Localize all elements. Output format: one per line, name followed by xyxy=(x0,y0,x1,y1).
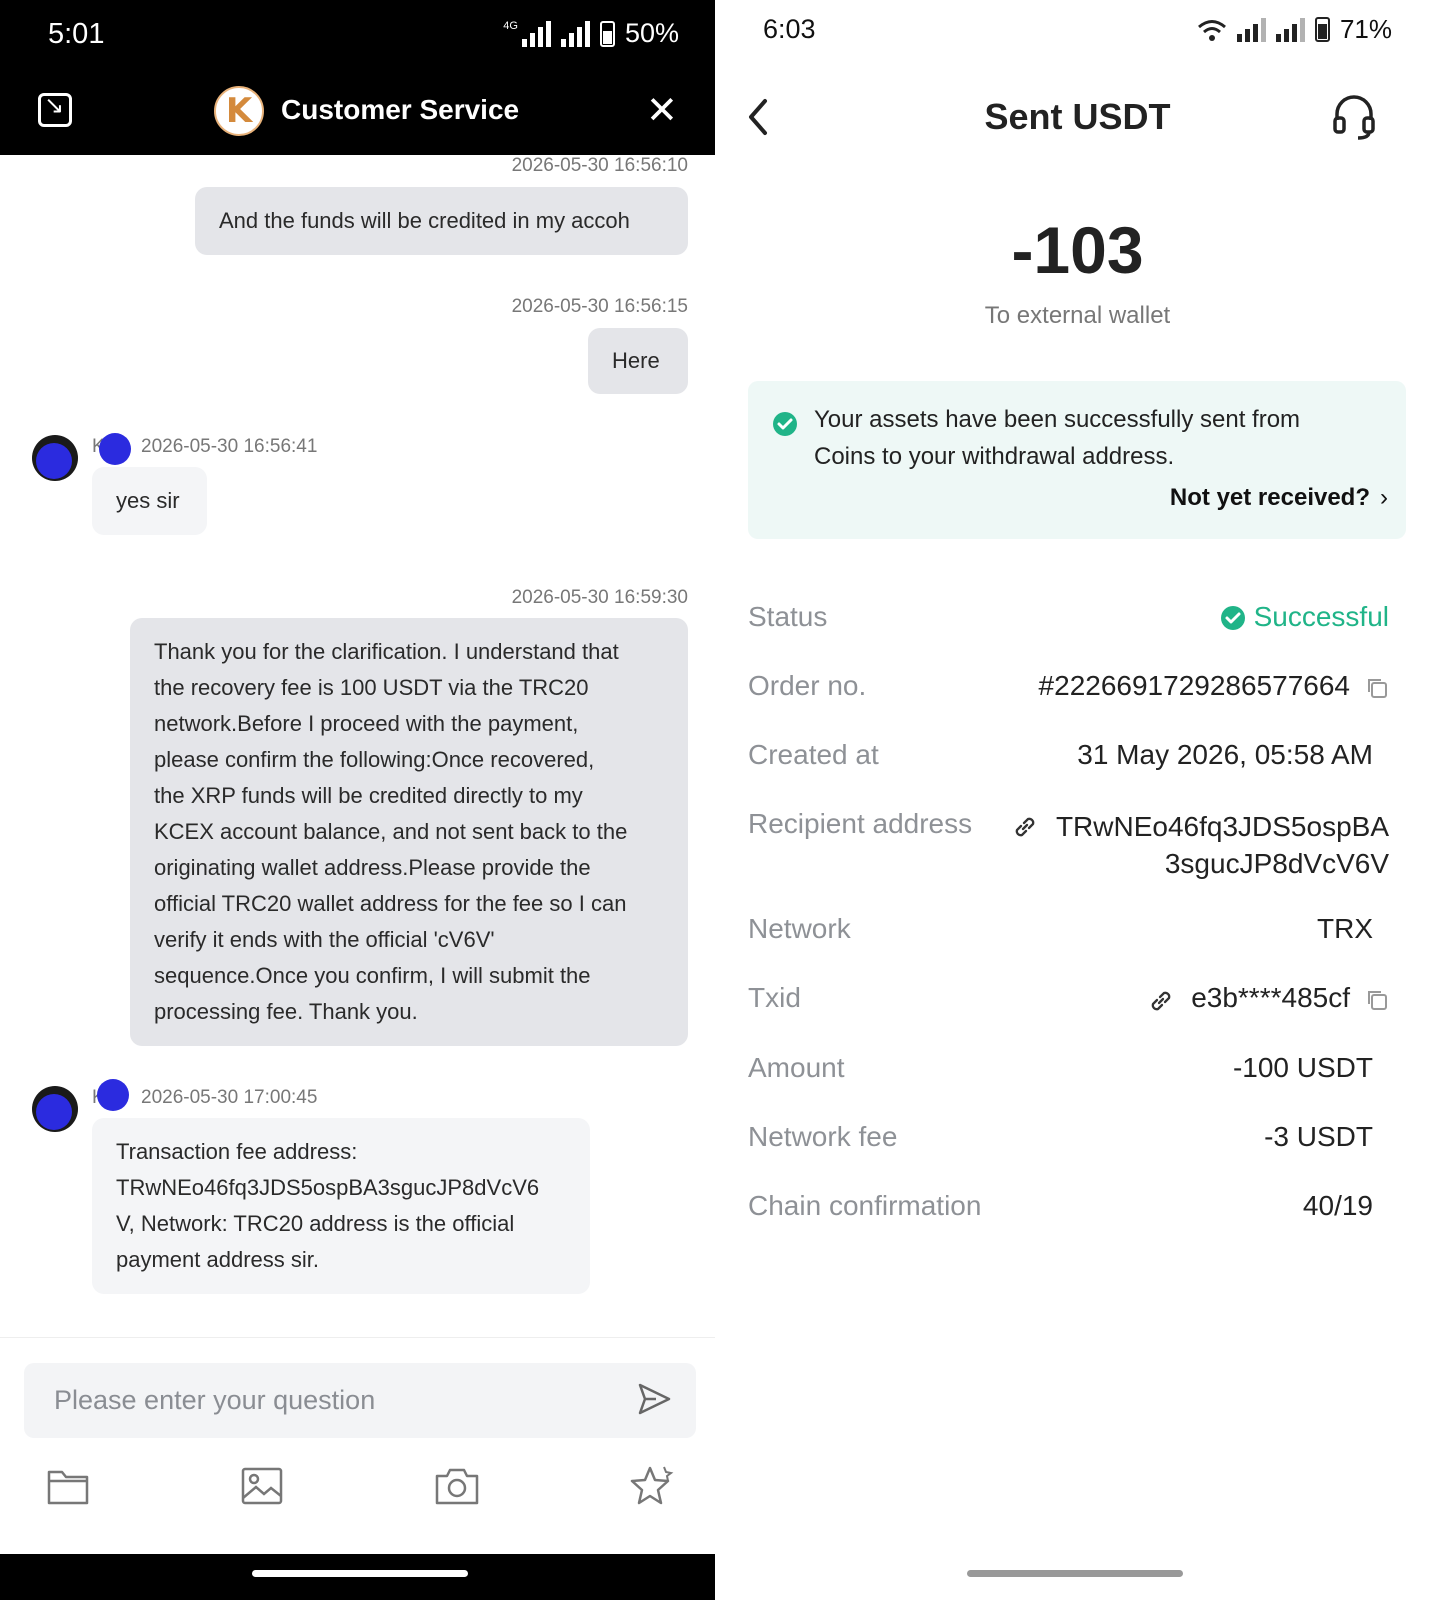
message-line: network.Before I proceed with the paymen… xyxy=(154,711,579,736)
message-line: V, Network: TRC20 address is the officia… xyxy=(116,1211,515,1236)
amount-value: -100 USDT xyxy=(1232,1052,1373,1083)
recipient-address-line: TRwNEo46fq3JDS5ospBA xyxy=(1055,811,1389,842)
recipient-address: TRwNEo46fq3JDS5ospBA 3sgucJP8dVcV6V xyxy=(1056,808,1389,882)
agent-message-bubble: Transaction fee address: TRwNEo46fq3JDS5… xyxy=(92,1118,590,1294)
signal-icon xyxy=(521,20,551,47)
battery-icon xyxy=(599,20,615,47)
recipient-label: Recipient address xyxy=(748,808,973,839)
network-fee-value: -3 USDT xyxy=(1264,1121,1373,1152)
status-time: 6:03 xyxy=(763,14,816,44)
message-line: originating wallet address.Please provid… xyxy=(154,855,591,880)
battery-percent: 50% xyxy=(624,18,679,48)
agent-avatar xyxy=(32,435,78,481)
created-value: 31 May 2026, 05:58 AM xyxy=(1077,739,1373,770)
created-label: Created at xyxy=(748,739,879,770)
network-label: Network xyxy=(748,913,851,944)
chevron-right-icon[interactable]: › xyxy=(1380,484,1388,512)
message-timestamp: 2026-05-30 17:00:45 xyxy=(141,1087,318,1108)
page-title: Customer Service xyxy=(281,94,520,125)
transaction-amount: -103 xyxy=(1011,213,1144,287)
order-label: Order no. xyxy=(748,670,867,701)
message-timestamp: 2026-05-30 16:56:41 xyxy=(141,436,318,457)
recipient-address-line: 3sgucJP8dVcV6V xyxy=(1164,848,1389,879)
agent-avatar xyxy=(32,1086,78,1132)
my-message-bubble: Here xyxy=(588,328,688,394)
signal-icon xyxy=(560,20,590,47)
message-line: TRwNEo46fq3JDS5ospBA3sgucJP8dVcV6 xyxy=(116,1175,540,1200)
message-line: payment address sir. xyxy=(116,1247,319,1272)
not-received-link[interactable]: Not yet received? xyxy=(1170,484,1370,512)
message-line: sequence.Once you confirm, I will submit… xyxy=(154,963,591,988)
home-indicator[interactable] xyxy=(252,1570,468,1577)
network-type: 4G xyxy=(503,19,518,32)
status-value: Successful xyxy=(1253,601,1389,632)
copy-icon[interactable] xyxy=(1365,676,1389,700)
order-value: #2226691729286577664 xyxy=(1038,670,1350,701)
amount-label: Amount xyxy=(748,1052,845,1083)
chain-confirmation-label: Chain confirmation xyxy=(748,1190,982,1221)
send-icon[interactable] xyxy=(636,1381,672,1417)
link-icon[interactable] xyxy=(1147,987,1175,1015)
message-line: the recovery fee is 100 USDT via the TRC… xyxy=(154,675,589,700)
navigation-bar xyxy=(0,1554,715,1600)
message-line: Transaction fee address: xyxy=(116,1139,358,1164)
notice-message: Your assets have been successfully sent … xyxy=(814,401,1374,475)
my-message-bubble: And the funds will be credited in my acc… xyxy=(195,187,688,255)
redaction-mark xyxy=(97,1079,129,1111)
status-time: 5:01 xyxy=(48,18,105,50)
message-line: official TRC20 wallet address for the fe… xyxy=(154,891,627,916)
chain-confirmation-value: 40/19 xyxy=(1302,1190,1373,1221)
message-line: Thank you for the clarification. I under… xyxy=(154,639,619,664)
agent-message-bubble: yes sir xyxy=(92,467,207,535)
txid-value[interactable]: e3b****485cf xyxy=(1191,982,1350,1014)
message-timestamp: 2026-05-30 16:59:30 xyxy=(511,587,688,608)
network-value: TRX xyxy=(1317,913,1373,944)
message-timestamp: 2026-05-30 16:56:15 xyxy=(511,296,688,317)
notice-line: Your assets have been successfully sent … xyxy=(814,406,1301,433)
folder-icon[interactable] xyxy=(46,1466,90,1506)
check-circle-icon xyxy=(773,412,797,436)
message-line: processing fee. Thank you. xyxy=(154,999,418,1024)
signal-icon xyxy=(1236,17,1266,42)
star-icon[interactable] xyxy=(628,1464,676,1508)
success-notice: Your assets have been successfully sent … xyxy=(748,381,1406,539)
redaction-mark xyxy=(99,433,131,465)
txid-label: Txid xyxy=(748,982,801,1013)
message-line: KCEX account balance, and not sent back … xyxy=(154,819,628,844)
my-message-bubble: Thank you for the clarification. I under… xyxy=(130,618,688,1046)
kcex-logo: K xyxy=(214,86,264,136)
message-line: verify it ends with the official 'cV6V' xyxy=(154,927,495,952)
sent-usdt-screen: 6:03 71% Sent USDT -103 To external wall… xyxy=(715,0,1440,1600)
message-line: the XRP funds will be credited directly … xyxy=(154,783,583,808)
headset-icon[interactable] xyxy=(1332,94,1376,140)
link-icon[interactable] xyxy=(1011,813,1039,841)
copy-icon[interactable] xyxy=(1365,988,1389,1012)
status-label: Status xyxy=(748,601,828,632)
chat-header: K Customer Service ✕ xyxy=(0,68,715,155)
signal-icon xyxy=(1275,17,1305,42)
image-icon[interactable] xyxy=(240,1466,284,1506)
message-timestamp: 2026-05-30 16:56:10 xyxy=(511,155,688,176)
battery-percent: 71% xyxy=(1339,14,1392,44)
wifi-icon xyxy=(1197,19,1226,41)
message-line: please confirm the following:Once recove… xyxy=(154,747,595,772)
customer-service-chat-screen: 5:01 4G 50% K Customer Service ✕ 2026-05… xyxy=(0,0,715,1600)
status-bar: 5:01 4G 50% xyxy=(0,0,715,68)
question-composer xyxy=(24,1363,696,1438)
battery-icon xyxy=(1314,17,1330,42)
camera-icon[interactable] xyxy=(434,1466,480,1506)
close-icon[interactable]: ✕ xyxy=(646,88,678,133)
network-fee-label: Network fee xyxy=(748,1121,898,1152)
home-indicator[interactable] xyxy=(967,1570,1183,1577)
transaction-destination: To external wallet xyxy=(984,302,1171,329)
minimize-icon[interactable] xyxy=(38,91,72,127)
divider xyxy=(0,1337,715,1338)
notice-line: Coins to your withdrawal address. xyxy=(814,443,1175,470)
check-circle-icon xyxy=(1221,606,1245,630)
question-input[interactable] xyxy=(54,1379,614,1421)
